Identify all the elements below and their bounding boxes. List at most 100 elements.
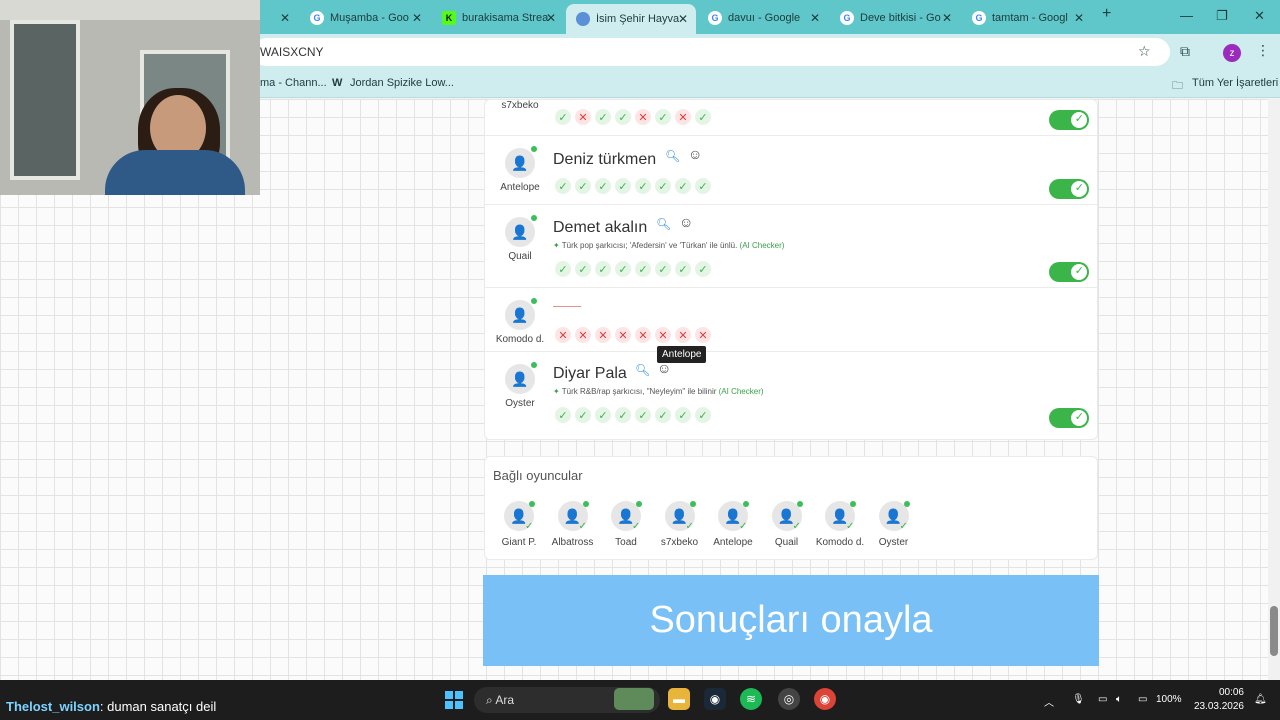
cross-icon[interactable]: ✕ [695, 327, 711, 343]
player-name: Toad [615, 537, 637, 548]
scrollbar[interactable] [1268, 99, 1280, 680]
cross-icon[interactable]: ✕ [575, 327, 591, 343]
chevron-up-icon[interactable]: ︿ [1044, 694, 1054, 709]
url-field[interactable]: WAISXCNY [252, 38, 1170, 66]
check-icon[interactable]: ✓ [555, 407, 571, 423]
cross-icon[interactable]: ✕ [555, 327, 571, 343]
accept-toggle[interactable]: ✓ [1049, 262, 1089, 282]
check-icon[interactable]: ✓ [595, 109, 611, 125]
check-icon[interactable]: ✓ [655, 109, 671, 125]
search-icon[interactable]: 🔍︎ [635, 363, 650, 377]
new-tab-icon[interactable]: + [1102, 5, 1111, 23]
star-icon[interactable]: ☆ [1138, 43, 1151, 60]
spotify-icon[interactable]: ≋ [740, 688, 762, 710]
check-icon[interactable]: ✓ [635, 261, 651, 277]
bookmark-item[interactable]: ma - Chann... [260, 77, 327, 89]
cross-icon[interactable]: ✕ [595, 327, 611, 343]
cross-icon[interactable]: ✕ [675, 327, 691, 343]
accept-toggle[interactable]: ✓ [1049, 110, 1089, 130]
battery-icon[interactable]: ▭ [1138, 694, 1147, 705]
emoji-add-icon[interactable]: ☺ [688, 146, 702, 162]
close-icon[interactable]: ✕ [412, 11, 422, 25]
menu-icon[interactable]: ⋮ [1256, 42, 1270, 59]
minimize-icon[interactable]: — [1180, 8, 1193, 23]
file-explorer-icon[interactable]: ▬ [668, 688, 690, 710]
steam-icon[interactable]: ◉ [704, 688, 726, 710]
volume-icon[interactable]: 🔈︎ [1116, 694, 1122, 705]
check-icon[interactable]: ✓ [555, 109, 571, 125]
cross-icon[interactable]: ✕ [575, 109, 591, 125]
check-icon[interactable]: ✓ [615, 178, 631, 194]
check-icon[interactable]: ✓ [695, 261, 711, 277]
obs-icon[interactable]: ◎ [778, 688, 800, 710]
check-icon[interactable]: ✓ [615, 109, 631, 125]
cross-icon[interactable]: ✕ [675, 109, 691, 125]
check-icon[interactable]: ✓ [675, 178, 691, 194]
tab-6[interactable]: G tamtam - Googl ✕ [962, 4, 1092, 32]
emoji-add-icon[interactable]: ☺ [679, 214, 693, 230]
close-icon[interactable]: ✕ [678, 12, 688, 26]
display-icon[interactable]: ▭ [1098, 694, 1107, 705]
check-icon[interactable]: ✓ [555, 261, 571, 277]
player-name: Komodo d. [815, 537, 865, 548]
close-icon[interactable]: ✕ [280, 11, 290, 25]
restore-icon[interactable]: ❐ [1216, 8, 1228, 24]
scrollbar-thumb[interactable] [1270, 606, 1278, 656]
accept-toggle[interactable]: ✓ [1049, 179, 1089, 199]
profile-avatar[interactable]: z [1223, 44, 1241, 62]
close-window-icon[interactable]: ✕ [1254, 8, 1265, 24]
tab-0[interactable]: ✕ [258, 4, 298, 32]
check-icon[interactable]: ✓ [595, 178, 611, 194]
widget-icon[interactable] [614, 688, 654, 710]
chrome-icon[interactable]: ◉ [814, 688, 836, 710]
tab-2[interactable]: K burakisama Strea ✕ [432, 4, 564, 32]
ai-checker-tag: (AI Checker) [739, 241, 785, 250]
check-icon[interactable]: ✓ [655, 261, 671, 277]
microphone-icon[interactable]: 🎙 [1072, 694, 1085, 705]
check-icon[interactable]: ✓ [635, 178, 651, 194]
clock[interactable]: 00:06 23.03.2026 [1190, 686, 1244, 714]
check-icon[interactable]: ✓ [635, 407, 651, 423]
check-icon[interactable]: ✓ [655, 407, 671, 423]
tab-3[interactable]: İsim Şehir Hayva ✕ [566, 4, 696, 34]
check-icon[interactable]: ✓ [695, 178, 711, 194]
cross-icon[interactable]: ✕ [635, 109, 651, 125]
check-icon[interactable]: ✓ [555, 178, 571, 194]
check-icon[interactable]: ✓ [575, 178, 591, 194]
close-icon[interactable]: ✕ [942, 11, 952, 25]
tab-1[interactable]: G Muşamba - Goo ✕ [300, 4, 430, 32]
check-icon[interactable]: ✓ [615, 407, 631, 423]
check-icon[interactable]: ✓ [695, 407, 711, 423]
close-icon[interactable]: ✕ [810, 11, 820, 25]
close-icon[interactable]: ✕ [1074, 11, 1084, 25]
close-icon[interactable]: ✕ [546, 11, 556, 25]
search-icon[interactable]: 🔍︎ [665, 149, 680, 163]
check-icon[interactable]: ✓ [575, 407, 591, 423]
cross-icon[interactable]: ✕ [635, 327, 651, 343]
check-icon[interactable]: ✓ [595, 407, 611, 423]
cross-icon[interactable]: ✕ [655, 327, 671, 343]
all-bookmarks[interactable]: Tüm Yer İşaretleri [1192, 77, 1278, 89]
bookmark-item[interactable]: Jordan Spizike Low... [350, 77, 454, 89]
cross-icon[interactable]: ✕ [615, 327, 631, 343]
tab-5[interactable]: G Deve bitkisi - Go ✕ [830, 4, 960, 32]
search-icon[interactable]: 🔍︎ [656, 217, 671, 231]
confirm-results-button[interactable]: Sonuçları onayla [483, 575, 1099, 666]
check-icon[interactable]: ✓ [655, 178, 671, 194]
tab-title: Muşamba - Goo [330, 12, 409, 24]
online-indicator [531, 362, 537, 368]
check-icon: ✓ [899, 521, 908, 532]
start-icon[interactable] [445, 691, 463, 709]
check-icon[interactable]: ✓ [695, 109, 711, 125]
notification-icon[interactable]: 🔔︎ [1254, 694, 1267, 705]
accept-toggle[interactable]: ✓ [1049, 408, 1089, 428]
tab-4[interactable]: G davuı - Google ✕ [698, 4, 828, 32]
extensions-icon[interactable]: ⧉ [1180, 43, 1190, 60]
online-indicator [903, 501, 910, 507]
check-icon[interactable]: ✓ [575, 261, 591, 277]
check-icon[interactable]: ✓ [675, 261, 691, 277]
check-icon[interactable]: ✓ [615, 261, 631, 277]
check-icon[interactable]: ✓ [675, 407, 691, 423]
connected-players-panel: Bağlı oyuncular 👤 ✓ Giant P. 👤 ✓ Albatross 👤 ✓ T… [484, 456, 1098, 560]
check-icon[interactable]: ✓ [595, 261, 611, 277]
